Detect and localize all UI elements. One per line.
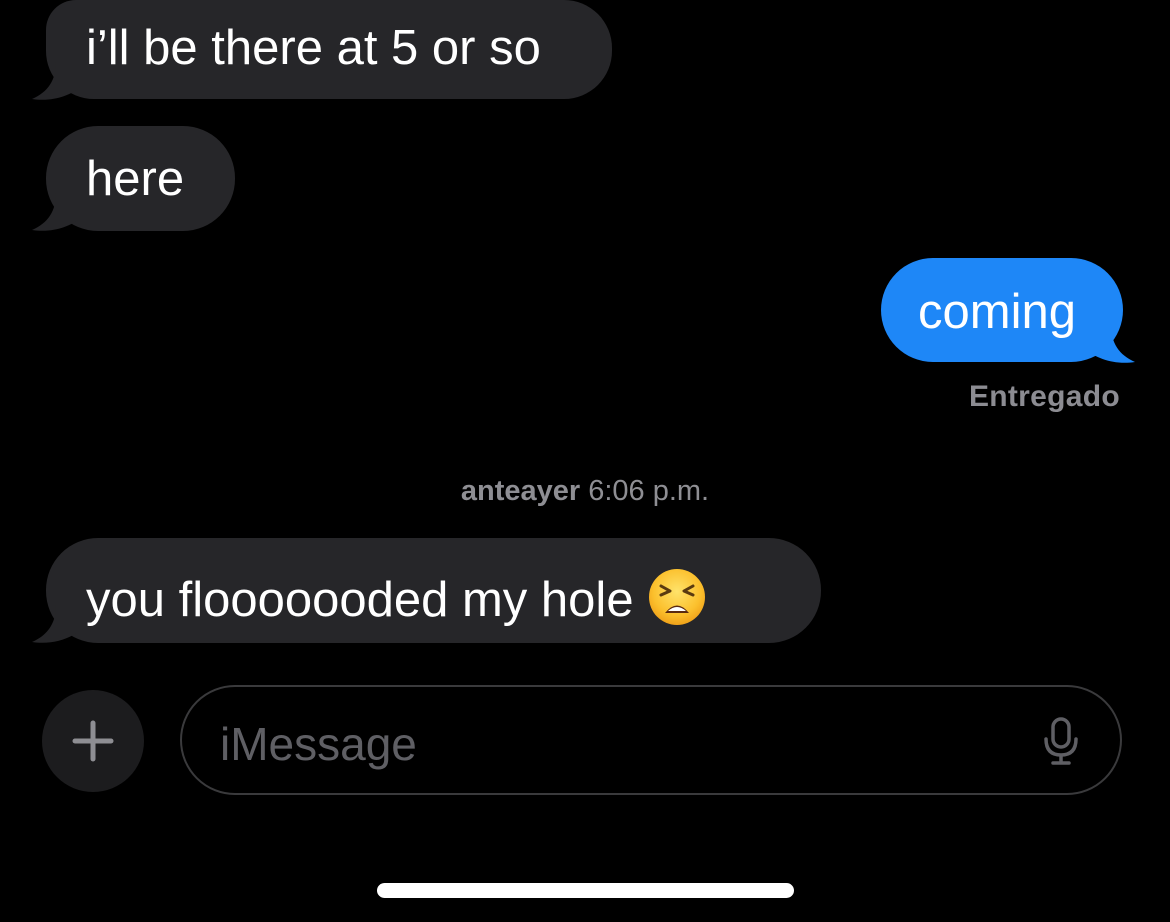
timestamp-time: 6:06 p.m. [588,475,710,507]
timestamp-day: anteayer [460,475,581,507]
bubble-tail [32,62,82,100]
add-button[interactable] [42,690,144,792]
plus-icon [72,720,114,762]
timestamp-separator: anteayer 6:06 p.m. [0,475,1170,508]
message-text: coming [918,285,1076,339]
bubble-tail [32,605,82,643]
message-input-placeholder: iMessage [220,718,417,770]
weary-face-icon [648,569,705,625]
delivery-status: Entregado [968,380,1120,413]
message-text: you flooooooded my hole [86,573,634,627]
message-input[interactable]: iMessage [180,685,1122,795]
message-bubble-received[interactable]: i’ll be there at 5 or so [46,0,612,99]
message-bubble-received[interactable]: you flooooooded my hole [46,538,821,643]
home-indicator[interactable] [377,883,794,898]
message-text: here [86,152,185,206]
message-text: i’ll be there at 5 or so [86,21,541,75]
message-text-row: you flooooooded my hole [86,568,821,626]
bubble-tail [32,193,82,231]
microphone-icon[interactable] [1042,717,1080,765]
